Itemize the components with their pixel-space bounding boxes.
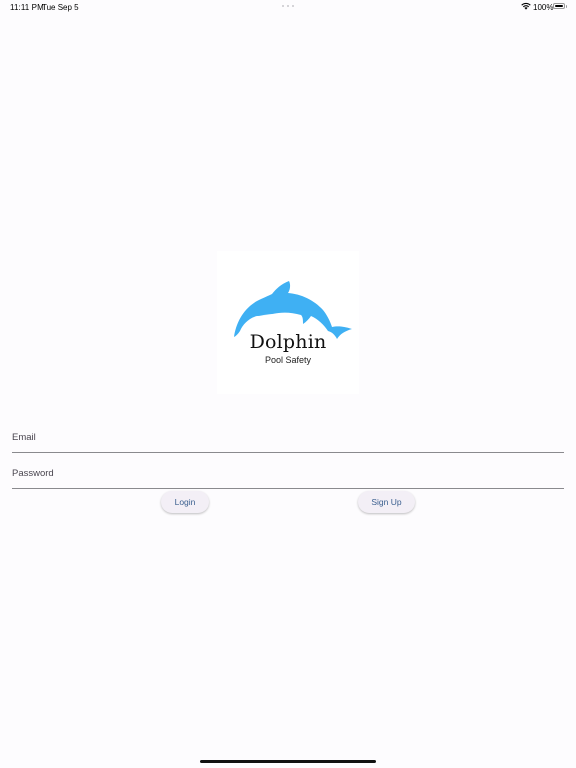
password-input[interactable] [12,459,564,488]
battery-percentage: 100% [533,3,554,12]
sign-up-button[interactable]: Sign Up [358,491,415,513]
email-field [12,423,564,453]
login-button[interactable]: Login [161,491,209,513]
status-date: Tue Sep 5 [42,3,79,12]
multitasking-dots-icon[interactable] [282,2,294,8]
home-indicator[interactable] [200,760,376,763]
status-time: 11:11 PM [10,3,44,12]
app-logo: Dolphin Pool Safety [217,251,359,394]
battery-nub [566,5,567,8]
logo-title: Dolphin [249,331,327,353]
wifi-icon [521,2,531,10]
email-input[interactable] [12,423,564,452]
battery-icon [553,3,565,9]
password-field [12,459,564,489]
status-bar: 11:11 PM Tue Sep 5 100% [0,0,576,14]
logo-subtitle: Pool Safety [264,355,312,365]
